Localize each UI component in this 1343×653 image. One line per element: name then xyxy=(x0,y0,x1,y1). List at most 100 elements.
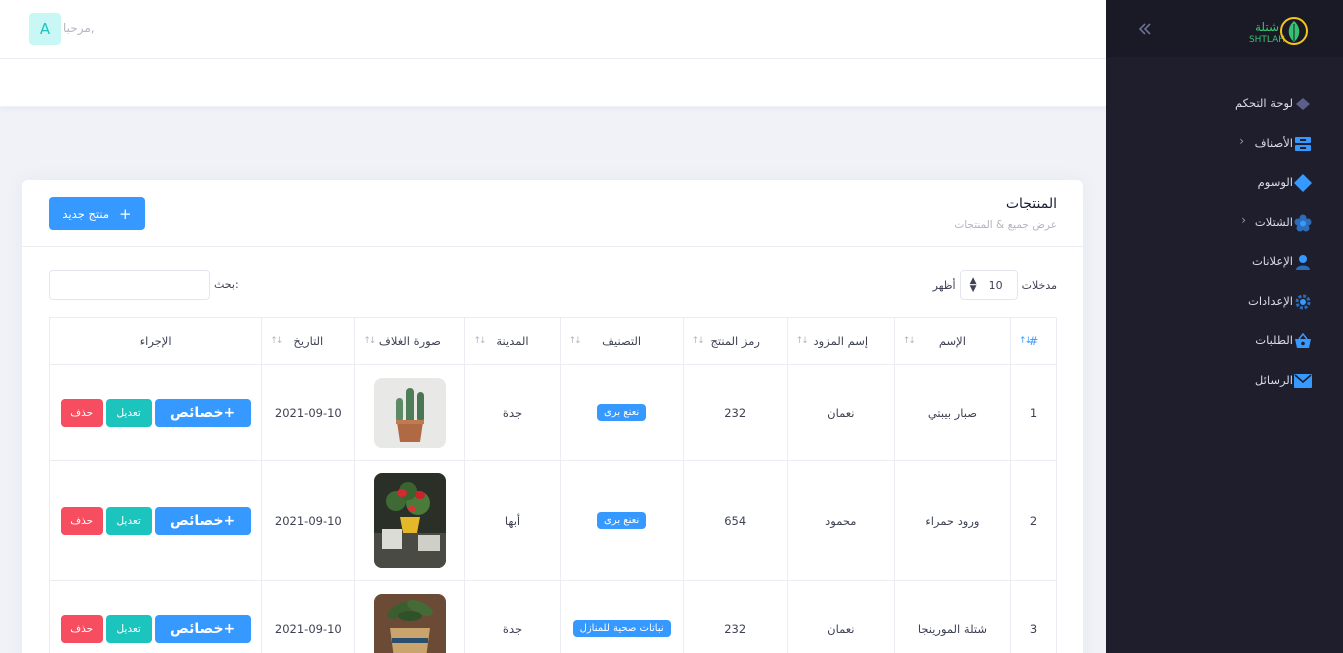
column-header-cover[interactable]: صورة الغلاف ↓↑ xyxy=(354,317,466,365)
sidebar-item-messages[interactable]: الرسائل xyxy=(1106,361,1343,401)
cell-supplier: نعمان xyxy=(786,364,895,461)
cell-category: نعنع برى xyxy=(559,364,684,461)
card-header: المنتجات عرض جميع & المنتجات منتج جديد + xyxy=(22,180,1083,247)
cell-date: 2021-09-10 xyxy=(261,460,356,581)
row-actions: + خصائص تعديل حذف xyxy=(50,506,261,535)
sidebar: شتلة SHTLAH لوحة التحكم الأصناف › الوسوم xyxy=(1106,0,1343,653)
top-header: A مرحبا, xyxy=(0,0,1106,107)
cell-city: جدة xyxy=(464,364,561,461)
cell-code: 232 xyxy=(682,364,788,461)
new-product-button[interactable]: منتج جديد + xyxy=(49,197,145,230)
sort-icon: ↓↑ xyxy=(270,336,283,346)
edit-button[interactable]: تعديل xyxy=(105,614,152,643)
search-input[interactable] xyxy=(49,270,210,300)
plus-icon: + xyxy=(223,512,236,529)
sort-icon: ↓↑ xyxy=(1018,336,1032,346)
sidebar-item-label: الرسائل xyxy=(1254,372,1293,387)
brand-logo[interactable]: شتلة SHTLAH xyxy=(1229,14,1311,48)
column-header-actions: الإجراء xyxy=(48,317,263,365)
cell-num: 2 xyxy=(1009,460,1058,581)
sidebar-item-dashboard[interactable]: لوحة التحكم xyxy=(1106,84,1343,124)
sidebar-brand: شتلة SHTLAH xyxy=(1106,0,1343,57)
cell-category: نباتات صحية للمنازل xyxy=(559,580,684,653)
properties-button[interactable]: + خصائص xyxy=(154,614,251,643)
search-label: بحث: xyxy=(214,278,239,291)
cell-cover xyxy=(354,460,466,581)
sidebar-item-label: الطلبات xyxy=(1255,333,1293,347)
column-header-num[interactable]: # ↓↑ xyxy=(1009,317,1058,365)
sidebar-item-label: لوحة التحكم xyxy=(1235,96,1293,110)
edit-button[interactable]: تعديل xyxy=(105,398,152,427)
category-badge: نعنع برى xyxy=(596,512,647,529)
cell-cover xyxy=(354,580,466,653)
sidebar-item-orders[interactable]: الطلبات xyxy=(1106,321,1343,361)
column-header-supplier[interactable]: إسم المزود ↓↑ xyxy=(786,317,895,365)
cell-supplier: محمود xyxy=(786,460,895,581)
entries-select[interactable]: 10 ▲ ▼ xyxy=(959,270,1018,300)
cell-city: أبها xyxy=(464,460,561,581)
svg-text:SHTLAH: SHTLAH xyxy=(1249,35,1285,45)
products-table: # ↓↑ الإسم ↓↑ إسم المزود ↓↑ رمز المنتج ↓↑ ال… xyxy=(48,317,1058,653)
properties-button[interactable]: + خصائص xyxy=(154,398,251,427)
sidebar-item-tags[interactable]: الوسوم xyxy=(1106,163,1343,203)
column-header-city[interactable]: المدينة ↓↑ xyxy=(464,317,561,365)
greeting-text: مرحبا, xyxy=(63,21,95,35)
entries-select-value: 10 xyxy=(988,279,1003,292)
sort-caret-icon: ▲ ▼ xyxy=(969,276,977,294)
cell-code: 232 xyxy=(682,580,788,653)
sidebar-item-label: الشتلات xyxy=(1254,214,1293,229)
product-image-red-flowers xyxy=(373,473,446,568)
column-header-code[interactable]: رمز المنتج ↓↑ xyxy=(682,317,788,365)
cell-actions: + خصائص تعديل حذف xyxy=(48,460,263,581)
sidebar-item-categories[interactable]: الأصناف › xyxy=(1106,124,1343,164)
gear-icon xyxy=(1292,291,1314,313)
cell-city: جدة xyxy=(464,580,561,653)
cell-date: 2021-09-10 xyxy=(261,580,356,653)
cell-num: 1 xyxy=(1009,364,1058,461)
flower-icon xyxy=(1292,212,1314,234)
plus-icon: + xyxy=(223,404,236,421)
properties-button[interactable]: + خصائص xyxy=(154,506,251,535)
products-card: المنتجات عرض جميع & المنتجات منتج جديد +… xyxy=(22,180,1083,653)
category-badge: نعنع برى xyxy=(596,404,647,421)
column-header-date[interactable]: التاريخ ↓↑ xyxy=(261,317,356,365)
new-product-button-label: منتج جديد xyxy=(62,206,109,221)
delete-button[interactable]: حذف xyxy=(60,398,103,427)
sort-icon: ↓↑ xyxy=(568,336,582,346)
cell-name: شتلة المورينجا xyxy=(893,580,1011,653)
table-header-row: # ↓↑ الإسم ↓↑ إسم المزود ↓↑ رمز المنتج ↓↑ ال… xyxy=(48,317,1058,365)
cell-name: ورود حمراء xyxy=(893,460,1011,581)
row-actions: + خصائص تعديل حذف xyxy=(50,398,261,427)
plus-icon: + xyxy=(223,620,236,637)
sidebar-item-ads[interactable]: الإعلانات xyxy=(1106,242,1343,282)
sidebar-item-seedlings[interactable]: الشتلات › xyxy=(1106,203,1343,243)
delete-button[interactable]: حذف xyxy=(60,506,103,535)
column-header-name[interactable]: الإسم ↓↑ xyxy=(893,317,1011,365)
chevron-left-icon: › xyxy=(1241,212,1246,227)
user-avatar[interactable]: A xyxy=(29,13,61,45)
cell-supplier: نعمان xyxy=(786,580,895,653)
column-header-category[interactable]: التصنيف ↓↑ xyxy=(559,317,684,365)
sidebar-item-label: الإعدادات xyxy=(1248,293,1293,308)
header-divider xyxy=(0,58,1106,59)
sort-icon: ↓↑ xyxy=(363,336,376,346)
page-title: المنتجات xyxy=(1005,196,1057,212)
cell-code: 654 xyxy=(682,460,788,581)
plus-icon: + xyxy=(118,204,132,223)
sidebar-item-settings[interactable]: الإعدادات xyxy=(1106,282,1343,322)
diamond-icon xyxy=(1292,172,1314,194)
product-image-moringa xyxy=(373,593,446,653)
delete-button[interactable]: حذف xyxy=(60,614,103,643)
sidebar-menu: لوحة التحكم الأصناف › الوسوم الشتلات › ا… xyxy=(1106,84,1343,400)
page-subtitle: عرض جميع & المنتجات xyxy=(954,219,1057,231)
table-row: 3 شتلة المورينجا نعمان 232 نباتات صحية ل… xyxy=(48,580,1058,653)
table-row: 1 صبار بيبتي نعمان 232 نعنع برى جدة 2021… xyxy=(48,364,1058,461)
basket-icon xyxy=(1292,330,1314,352)
double-chevron-left-icon[interactable] xyxy=(1136,20,1154,38)
sidebar-item-label: الوسوم xyxy=(1257,175,1293,189)
edit-button[interactable]: تعديل xyxy=(105,506,152,535)
cell-category: نعنع برى xyxy=(559,460,684,581)
diamond-layers-icon xyxy=(1292,93,1314,115)
category-badge: نباتات صحية للمنازل xyxy=(572,620,671,637)
chevron-left-icon: › xyxy=(1239,133,1244,148)
